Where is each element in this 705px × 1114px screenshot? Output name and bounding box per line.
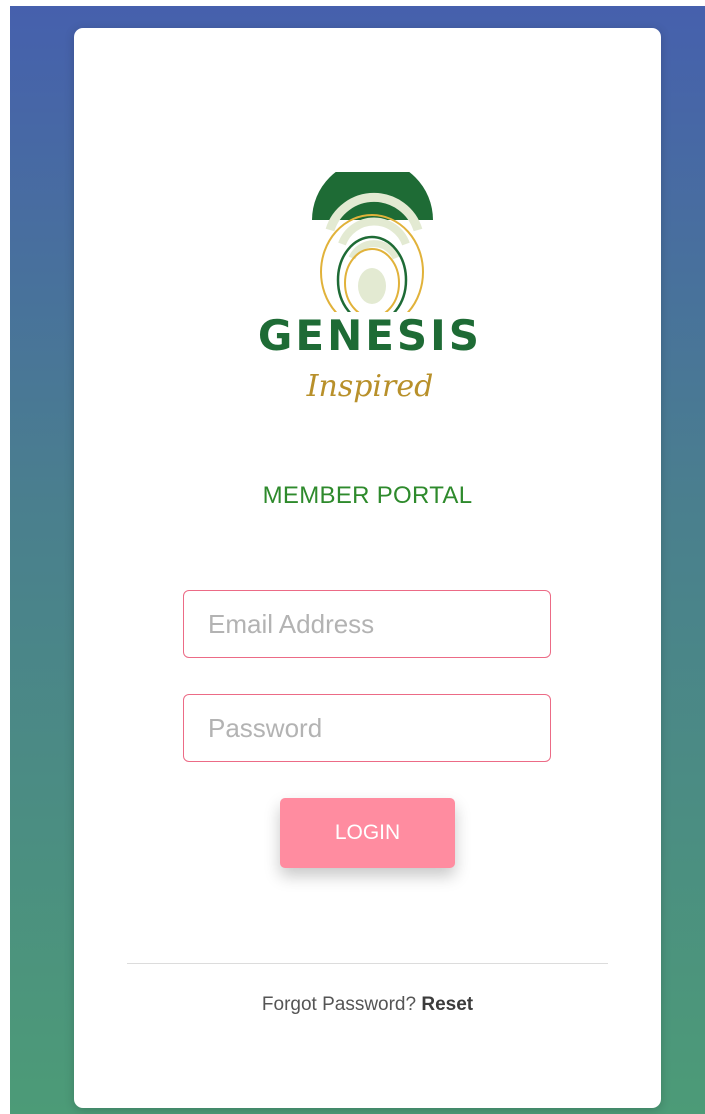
- login-button[interactable]: LOGIN: [280, 798, 455, 868]
- forgot-password-row: Forgot Password? Reset: [74, 994, 661, 1016]
- email-field[interactable]: [183, 590, 551, 658]
- logo-wordmark: GENESIS: [257, 311, 483, 360]
- reset-link[interactable]: Reset: [421, 994, 473, 1015]
- logo-tagline: Inspired: [306, 369, 434, 404]
- genesis-logo: GENESIS Inspired: [230, 159, 510, 418]
- password-field[interactable]: [183, 694, 551, 762]
- logo-emblem-icon: [312, 159, 433, 330]
- forgot-password-text: Forgot Password?: [261, 994, 422, 1015]
- divider: [127, 963, 608, 964]
- page-title: MEMBER PORTAL: [262, 482, 473, 509]
